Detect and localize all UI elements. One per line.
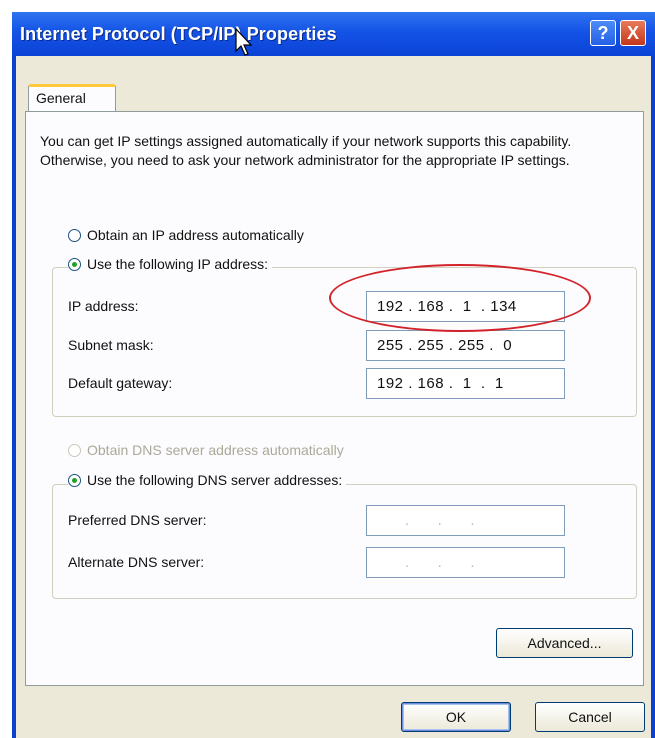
obtain-dns-auto-label: Obtain DNS server address automatically: [87, 442, 344, 458]
radio-checked-icon: [68, 257, 81, 271]
help-button[interactable]: ?: [590, 20, 616, 46]
use-following-dns-radio[interactable]: Use the following DNS server addresses:: [68, 472, 347, 488]
dns-group: [52, 484, 637, 599]
subnet-mask-field[interactable]: 255 . 255 . 255 . 0: [366, 330, 565, 361]
ok-button[interactable]: OK: [401, 702, 511, 732]
alternate-dns-label: Alternate DNS server:: [68, 554, 205, 570]
subnet-mask-label: Subnet mask:: [68, 337, 154, 353]
use-following-ip-label: Use the following IP address:: [87, 256, 269, 272]
radio-checked-icon: [68, 473, 81, 487]
default-gateway-field[interactable]: 192 . 168 . 1 . 1: [366, 368, 565, 399]
close-button[interactable]: X: [620, 20, 646, 46]
ip-address-label: IP address:: [68, 298, 139, 314]
use-following-ip-radio[interactable]: Use the following IP address:: [68, 256, 273, 272]
intro-text: You can get IP settings assigned automat…: [40, 133, 572, 168]
use-following-dns-label: Use the following DNS server addresses:: [87, 472, 343, 488]
annotation-circle: [329, 264, 591, 332]
tab-general[interactable]: General: [28, 84, 116, 112]
alternate-dns-field[interactable]: . . .: [366, 547, 565, 578]
preferred-dns-label: Preferred DNS server:: [68, 512, 207, 528]
obtain-ip-auto-radio[interactable]: Obtain an IP address automatically: [68, 227, 304, 243]
window-title: Internet Protocol (TCP/IP) Properties: [20, 24, 337, 44]
radio-unchecked-icon: [68, 228, 81, 242]
obtain-dns-auto-radio[interactable]: Obtain DNS server address automatically: [68, 442, 344, 458]
preferred-dns-field[interactable]: . . .: [366, 505, 565, 536]
obtain-ip-auto-label: Obtain an IP address automatically: [87, 227, 304, 243]
cancel-button[interactable]: Cancel: [535, 702, 645, 732]
dialog-body: General You can get IP settings assigned…: [16, 56, 651, 738]
radio-disabled-icon: [68, 443, 81, 457]
general-tab-panel: You can get IP settings assigned automat…: [25, 111, 644, 686]
default-gateway-label: Default gateway:: [68, 375, 173, 391]
advanced-button[interactable]: Advanced...: [496, 628, 633, 658]
mouse-pointer-icon: [235, 27, 253, 56]
properties-window: Internet Protocol (TCP/IP) Properties ? …: [12, 12, 655, 738]
title-bar[interactable]: Internet Protocol (TCP/IP) Properties ? …: [12, 12, 655, 56]
